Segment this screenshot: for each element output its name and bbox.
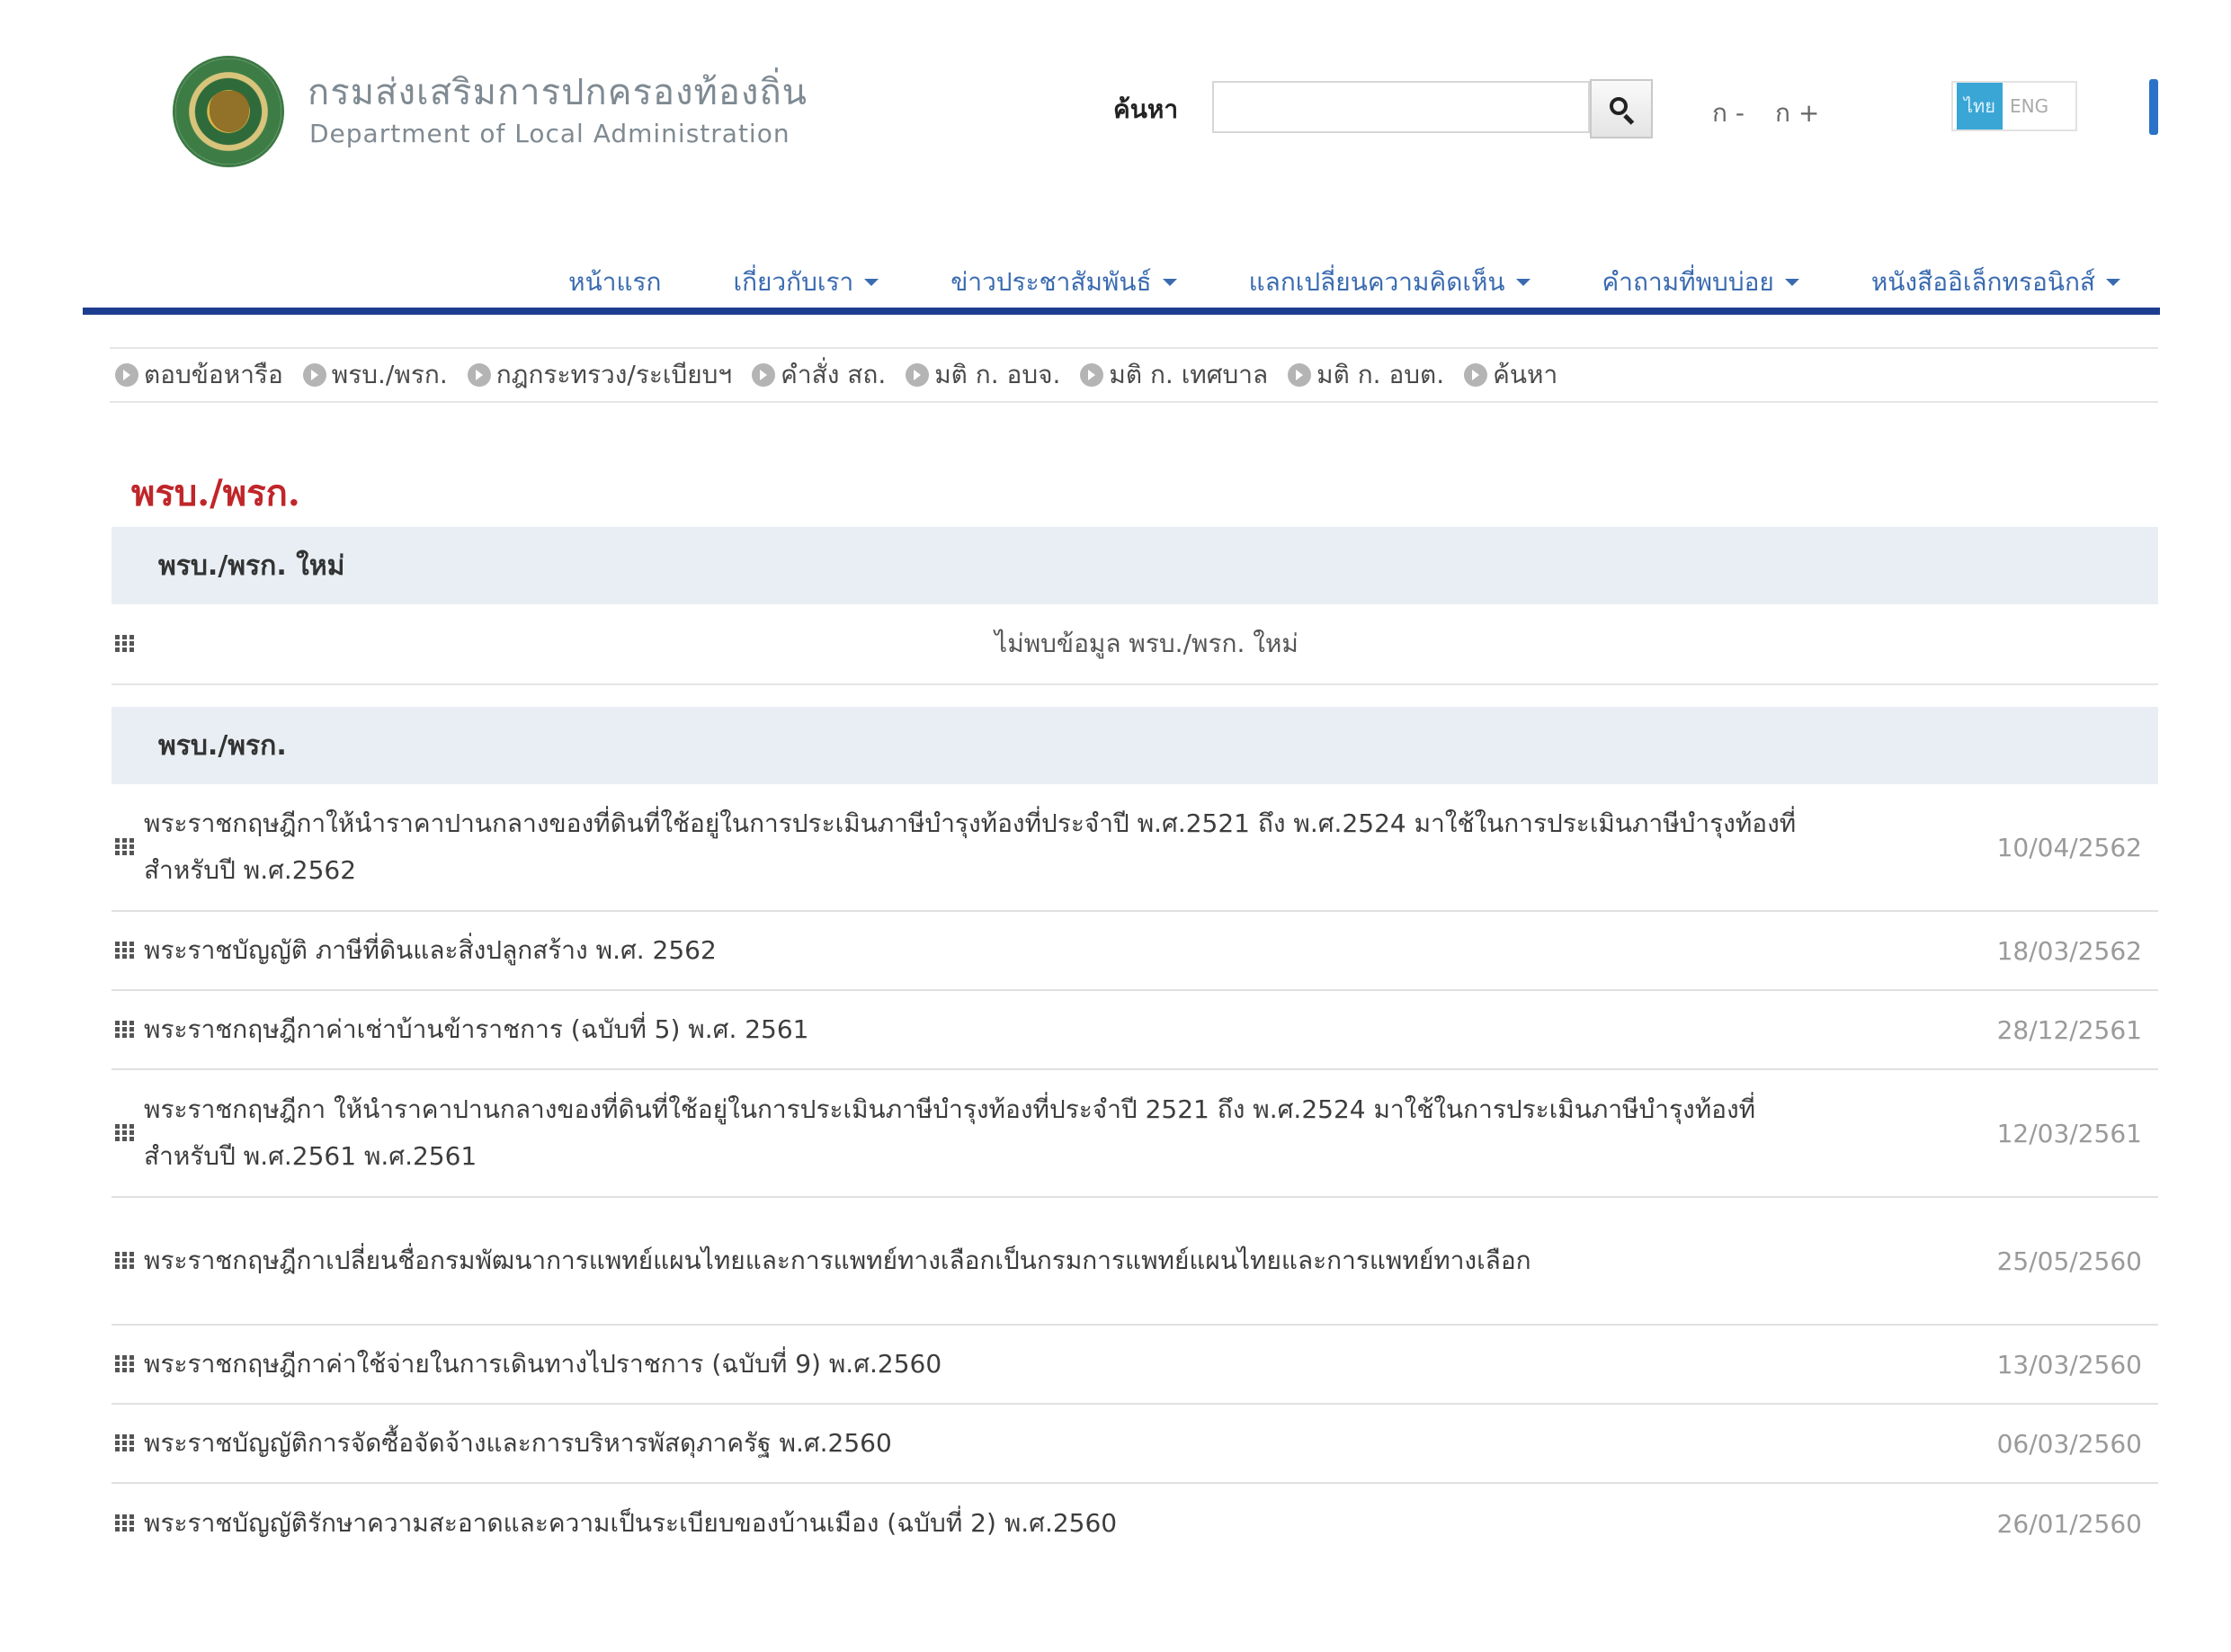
circle-arrow-icon	[115, 363, 138, 387]
list-item-title[interactable]: พระราชกฤษฎีกาค่าเช่าบ้านข้าราชการ (ฉบับท…	[144, 1006, 1978, 1053]
list-item[interactable]: พระราชบัญญัติ ภาษีที่ดินและสิ่งปลูกสร้าง…	[112, 912, 2158, 991]
grid-icon	[115, 1021, 135, 1039]
list-item-date: 12/03/2561	[1996, 1118, 2142, 1148]
search-input[interactable]	[1212, 81, 1590, 133]
search-label: ค้นหา	[1113, 94, 1179, 124]
nav-item-news[interactable]: ข่าวประชาสัมพันธ์	[915, 257, 1212, 308]
caret-down-icon	[1784, 279, 1799, 286]
nav-item-ebook[interactable]: หนังสืออิเล็กทรอนิกส์	[1835, 257, 2160, 308]
nav-item-label: คำถามที่พบบ่อย	[1602, 267, 1774, 297]
list-item[interactable]: พระราชกฤษฎีกาค่าเช่าบ้านข้าราชการ (ฉบับท…	[112, 991, 2158, 1070]
list-item-title[interactable]: พระราชกฤษฎีกาให้นำราคาปานกลางของที่ดินที…	[144, 800, 1978, 894]
submenu-item-orders[interactable]: คำสั่ง สถ.	[752, 355, 886, 395]
nav-item-forum[interactable]: แลกเปลี่ยนความคิดเห็น	[1213, 257, 1566, 308]
circle-arrow-icon	[467, 363, 491, 387]
list-item-title[interactable]: พระราชกฤษฎีกาเปลี่ยนชื่อกรมพัฒนาการแพทย์…	[144, 1237, 1978, 1284]
submenu-item-search[interactable]: ค้นหา	[1464, 355, 1557, 395]
submenu-item-label: พรบ./พรก.	[331, 360, 448, 389]
main-nav: หน้าแรก เกี่ยวกับเรา ข่าวประชาสัมพันธ์ แ…	[83, 257, 2160, 311]
submenu-item-label: มติ ก. อบจ.	[934, 360, 1061, 389]
font-size-increase-button[interactable]: ก +	[1775, 94, 1819, 133]
list-item[interactable]: พระราชกฤษฎีกาเปลี่ยนชื่อกรมพัฒนาการแพทย์…	[112, 1198, 2158, 1326]
caret-down-icon	[2106, 279, 2120, 286]
submenu-item-sao-resolutions[interactable]: มติ ก. อบต.	[1288, 355, 1444, 395]
list-item-date: 25/05/2560	[1996, 1246, 2142, 1276]
department-logo[interactable]	[173, 56, 284, 167]
search-button[interactable]	[1590, 79, 1653, 138]
submenu-item-municipal-resolutions[interactable]: มติ ก. เทศบาล	[1080, 355, 1268, 395]
circle-arrow-icon	[752, 363, 776, 387]
circle-arrow-icon	[302, 363, 326, 387]
grid-icon	[115, 1514, 135, 1532]
list-item-date: 28/12/2561	[1996, 1014, 2142, 1045]
submenu-item-label: ตอบข้อหารือ	[144, 360, 283, 389]
circle-arrow-icon	[906, 363, 930, 387]
list-item-title[interactable]: พระราชกฤษฎีกา ให้นำราคาปานกลางของที่ดินท…	[144, 1086, 1978, 1180]
caret-down-icon	[864, 279, 879, 286]
grid-icon	[115, 942, 135, 960]
list-item[interactable]: พระราชกฤษฎีกาให้นำราคาปานกลางของที่ดินที…	[112, 784, 2158, 912]
list-item-date: 13/03/2560	[1996, 1349, 2142, 1380]
nav-item-about[interactable]: เกี่ยวกับเรา	[698, 257, 915, 308]
acts-section-header: พรบ./พรก.	[112, 707, 2158, 784]
site-title-english[interactable]: Department of Local Administration	[309, 119, 790, 148]
submenu-item-label: มติ ก. อบต.	[1316, 360, 1445, 389]
submenu-item-consultation[interactable]: ตอบข้อหารือ	[115, 355, 283, 395]
list-item-title[interactable]: พระราชกฤษฎีกาค่าใช้จ่ายในการเดินทางไปราช…	[144, 1341, 1978, 1388]
grid-icon	[115, 1252, 135, 1270]
submenu-item-pao-resolutions[interactable]: มติ ก. อบจ.	[906, 355, 1060, 395]
nav-item-label: หนังสืออิเล็กทรอนิกส์	[1870, 267, 2095, 297]
site-header: กรมส่งเสริมการปกครองท้องถิ่น Department …	[0, 0, 2231, 216]
list-item-title[interactable]: พระราชบัญญัติการจัดซื้อจัดจ้างและการบริห…	[144, 1420, 1978, 1467]
list-item-date: 26/01/2560	[1996, 1508, 2142, 1539]
nav-item-label: เกี่ยวกับเรา	[733, 267, 854, 297]
list-item[interactable]: พระราชบัญญัติการจัดซื้อจัดจ้างและการบริห…	[112, 1405, 2158, 1484]
submenu-item-label: มติ ก. เทศบาล	[1109, 360, 1269, 389]
submenu-item-regulations[interactable]: กฎกระทรวง/ระเบียบฯ	[467, 355, 733, 395]
circle-arrow-icon	[1080, 363, 1104, 387]
caret-down-icon	[1515, 279, 1530, 286]
nav-item-faq[interactable]: คำถามที่พบบ่อย	[1566, 257, 1835, 308]
language-switch: ไทย ENG	[1951, 81, 2077, 131]
submenu-item-label: กฎกระทรวง/ระเบียบฯ	[495, 360, 733, 389]
list-item-date: 18/03/2562	[1996, 935, 2142, 966]
edge-widget-tab[interactable]	[2149, 79, 2158, 135]
grid-icon	[115, 1434, 135, 1452]
grid-icon	[115, 838, 135, 856]
nav-item-label: แลกเปลี่ยนความคิดเห็น	[1248, 267, 1505, 297]
list-item-date: 06/03/2560	[1996, 1428, 2142, 1459]
submenu-item-label: ค้นหา	[1493, 360, 1558, 389]
list-item[interactable]: พระราชบัญญัติรักษาความสะอาดและความเป็นระ…	[112, 1484, 2158, 1563]
list-item[interactable]: พระราชกฤษฎีกาค่าใช้จ่ายในการเดินทางไปราช…	[112, 1326, 2158, 1405]
acts-list: พระราชกฤษฎีกาให้นำราคาปานกลางของที่ดินที…	[112, 784, 2158, 1563]
empty-state-row: ไม่พบข้อมูล พรบ./พรก. ใหม่	[112, 604, 2158, 685]
grid-icon	[115, 1124, 135, 1142]
circle-arrow-icon	[1464, 363, 1488, 387]
empty-state-message: ไม่พบข้อมูล พรบ./พรก. ใหม่	[995, 629, 1298, 658]
law-submenu: ตอบข้อหารือ พรบ./พรก. กฎกระทรวง/ระเบียบฯ…	[110, 347, 2158, 403]
submenu-item-acts-decrees[interactable]: พรบ./พรก.	[302, 355, 448, 395]
nav-item-label: หน้าแรก	[568, 267, 662, 297]
list-item-title[interactable]: พระราชบัญญัติรักษาความสะอาดและความเป็นระ…	[144, 1500, 1978, 1547]
lang-thai-button[interactable]: ไทย	[1957, 83, 2003, 129]
logo-emblem-icon	[210, 91, 249, 132]
search-icon	[1608, 95, 1635, 125]
grid-icon	[115, 635, 135, 653]
new-acts-section-header: พรบ./พรก. ใหม่	[112, 527, 2158, 604]
list-item-title[interactable]: พระราชบัญญัติ ภาษีที่ดินและสิ่งปลูกสร้าง…	[144, 927, 1978, 974]
lang-english-button[interactable]: ENG	[2006, 86, 2052, 126]
page-title: พรบ./พรก.	[131, 472, 300, 514]
site-title-thai[interactable]: กรมส่งเสริมการปกครองท้องถิ่น	[308, 63, 808, 121]
caret-down-icon	[1162, 279, 1177, 286]
list-item-date: 10/04/2562	[1996, 832, 2142, 862]
list-item[interactable]: พระราชกฤษฎีกา ให้นำราคาปานกลางของที่ดินท…	[112, 1070, 2158, 1198]
circle-arrow-icon	[1288, 363, 1312, 387]
submenu-item-label: คำสั่ง สถ.	[781, 360, 887, 389]
nav-item-label: ข่าวประชาสัมพันธ์	[950, 267, 1152, 297]
nav-item-home[interactable]: หน้าแรก	[532, 257, 697, 308]
nav-divider	[83, 308, 2160, 315]
font-size-decrease-button[interactable]: ก -	[1712, 94, 1745, 133]
grid-icon	[115, 1355, 135, 1373]
